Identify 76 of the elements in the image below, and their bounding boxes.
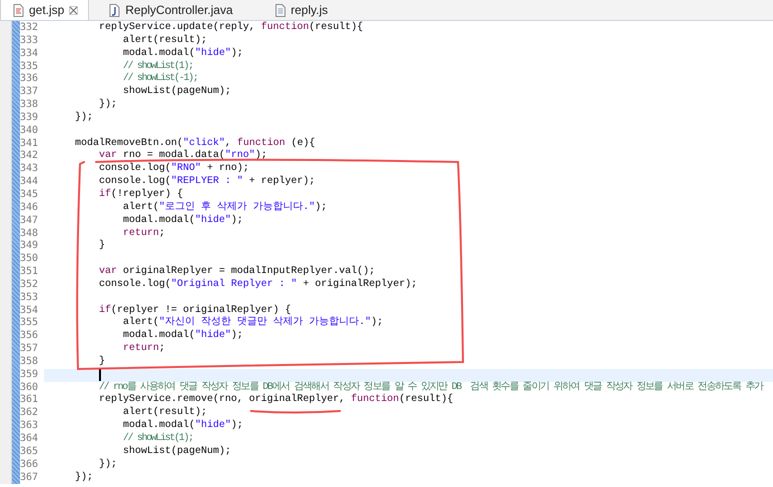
line-number: 346: [20, 202, 38, 213]
line-number: 348: [20, 228, 38, 238]
code-line: modal.modal("hide");: [123, 420, 244, 432]
line-number: 337: [20, 86, 38, 98]
code-line: modalRemoveBtn.on("click", function (e){: [75, 138, 316, 150]
code-line: }: [99, 356, 106, 369]
line-number: 363: [20, 420, 38, 432]
editor-tab[interactable]: get.jsp: [0, 0, 90, 20]
line-number: 353: [20, 292, 38, 303]
line-number: 332: [20, 22, 38, 33]
line-number: 366: [20, 458, 38, 470]
code-line: }: [99, 240, 106, 254]
line-number: 338: [20, 99, 38, 110]
line-number: 334: [20, 48, 38, 59]
code-line: showList(pageNum);: [123, 86, 232, 100]
jsp-file-icon: [13, 4, 24, 16]
line-number: 355: [20, 317, 38, 328]
line-number: 360: [20, 382, 38, 393]
code-line: console.log("RNO" + rno);: [99, 163, 250, 176]
line-number: 339: [20, 112, 38, 123]
code-line: });: [75, 112, 94, 125]
line-number: 343: [20, 163, 38, 174]
java-file-icon: [109, 4, 120, 16]
close-icon[interactable]: [69, 6, 78, 14]
line-number: 351: [20, 266, 38, 278]
code-line: // showList(1);: [123, 60, 193, 72]
code-line: showList(pageNum);: [123, 446, 232, 459]
editor-tab[interactable]: ReplyController.java: [97, 0, 243, 20]
code-line: var originalReplyer = modalInputReplyer.val();: [99, 266, 376, 278]
editor-tab[interactable]: reply.js: [262, 0, 338, 20]
line-number: 354: [20, 304, 38, 316]
line-number: 336: [20, 73, 38, 84]
code-line: });: [99, 458, 118, 472]
code-line: replyService.remove(rno, originalReplyer, function(result){: [99, 394, 454, 406]
text-cursor: [99, 368, 101, 381]
line-number: 335: [20, 60, 38, 72]
code-line: modal.modal("hide");: [123, 214, 244, 228]
line-number: 362: [20, 407, 38, 418]
code-line: alert("자신이 작성한 댓글만 삭제가 가능합니다.");: [123, 317, 384, 330]
code-line: if(!replyer) {: [99, 188, 184, 202]
line-number: 357: [20, 343, 38, 354]
line-number: 358: [20, 356, 38, 367]
line-number: 345: [20, 188, 38, 200]
line-number: 341: [20, 138, 38, 149]
code-line: modal.modal("hide");: [123, 48, 244, 60]
line-number: 333: [20, 34, 38, 46]
code-line: });: [99, 99, 118, 112]
code-line: if(replyer != originalReplyer) {: [99, 304, 292, 316]
line-number: 342: [20, 150, 38, 162]
code-line: console.log("Original Replyer : " + originalReplyer);: [99, 278, 418, 292]
code-line: // showList(-1);: [123, 73, 198, 86]
line-number: 350: [20, 253, 38, 264]
code-line: alert(result);: [123, 407, 208, 420]
line-number: 356: [20, 330, 38, 342]
code-line: var rno = modal.data("rno");: [99, 150, 268, 162]
line-number: 349: [20, 240, 38, 252]
line-number: 352: [20, 278, 38, 290]
line-number: 340: [20, 124, 38, 136]
line-number: 364: [20, 433, 38, 444]
line-number: 359: [20, 368, 38, 380]
line-number: 367: [20, 472, 38, 483]
code-line: // rno를 사용하여 댓글 작성자 정보를 DB에서 검색해서 작성자 정보를 알 수 있지만 DB 검색 횟수를 줄이기 위하여 댓글 작성자 정보를 서버로 전송하도록 추가: [99, 382, 763, 394]
file-icon: [274, 4, 286, 16]
code-line: modal.modal("hide");: [123, 330, 244, 343]
line-number: 365: [20, 446, 38, 457]
code-line: alert("로그인 후 삭제가 가능합니다.");: [123, 202, 328, 214]
code-line: alert(result);: [123, 34, 208, 48]
code-line: return;: [123, 228, 166, 240]
code-line: return;: [123, 343, 166, 356]
code-line: // showList(1);: [123, 433, 193, 446]
line-number: 361: [20, 394, 38, 406]
line-number: 347: [20, 214, 38, 226]
code-line: console.log("REPLYER : " + replyer);: [99, 176, 316, 188]
line-number: 344: [20, 176, 38, 188]
code-line: replyService.update(reply, function(result){: [99, 22, 364, 34]
code-line: });: [75, 472, 94, 484]
